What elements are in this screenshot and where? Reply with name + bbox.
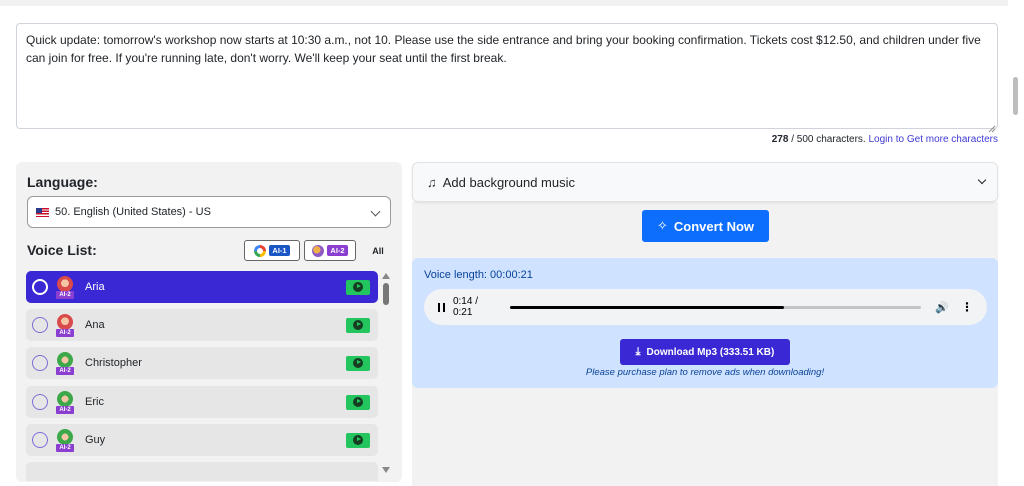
voice-settings-panel: Language: 50. English (United States) - … bbox=[16, 162, 402, 482]
voice-tag: AI-2 bbox=[56, 406, 74, 414]
tts-page: 278 / 500 characters. Login to Get more … bbox=[0, 0, 1024, 486]
download-label: Download Mp3 (333.51 KB) bbox=[646, 346, 775, 358]
play-preview-button[interactable] bbox=[346, 432, 370, 448]
male-avatar-icon: AI-2 bbox=[56, 429, 74, 452]
convert-now-label: Convert Now bbox=[673, 218, 755, 234]
top-border bbox=[0, 0, 1008, 6]
voice-name: Eric bbox=[85, 396, 104, 408]
login-link[interactable]: Login to Get more characters bbox=[868, 134, 998, 145]
voice-item-partial[interactable] bbox=[26, 462, 378, 481]
ai1-badge: AI-1 bbox=[269, 245, 290, 256]
language-selected-value: 50. English (United States) - US bbox=[55, 206, 211, 218]
pause-icon[interactable] bbox=[438, 302, 445, 312]
volume-icon[interactable]: 🔊 bbox=[935, 301, 949, 314]
male-avatar-icon: AI-2 bbox=[56, 391, 74, 414]
character-counter: 278 / 500 characters. Login to Get more … bbox=[772, 134, 998, 145]
voice-radio[interactable] bbox=[32, 432, 48, 448]
voice-tag: AI-2 bbox=[56, 367, 74, 375]
purchase-note: Please purchase plan to remove ads when … bbox=[585, 367, 825, 378]
voice-radio[interactable] bbox=[32, 317, 48, 333]
filter-ai1-button[interactable]: AI-1 bbox=[244, 240, 300, 261]
resize-handle-icon[interactable] bbox=[988, 120, 996, 133]
filter-all-button[interactable]: All bbox=[366, 240, 390, 261]
audio-progress-bar[interactable] bbox=[509, 305, 922, 309]
text-input[interactable] bbox=[16, 23, 998, 129]
language-select[interactable]: 50. English (United States) - US bbox=[27, 196, 391, 228]
page-scrollbar-thumb[interactable] bbox=[1013, 77, 1018, 115]
download-icon: ⤓ bbox=[635, 345, 641, 358]
character-count: 278 bbox=[771, 134, 789, 145]
voice-length: Voice length: 00:00:21 bbox=[424, 269, 533, 281]
google-icon bbox=[254, 244, 267, 257]
voice-tag: AI-2 bbox=[56, 444, 74, 452]
voice-radio[interactable] bbox=[32, 394, 48, 410]
chevron-down-icon bbox=[370, 206, 381, 217]
voice-list-label: Voice List: bbox=[27, 242, 97, 258]
voice-item-christopher[interactable]: AI-2 Christopher bbox=[26, 347, 378, 379]
play-preview-button[interactable] bbox=[346, 394, 370, 410]
voice-item-eric[interactable]: AI-2 Eric bbox=[26, 386, 378, 418]
download-mp3-button[interactable]: ⤓ Download Mp3 (333.51 KB) bbox=[620, 339, 790, 365]
more-vertical-icon[interactable]: ⋮ bbox=[961, 300, 973, 314]
play-preview-button[interactable] bbox=[346, 279, 370, 295]
character-limit: / 500 characters. bbox=[788, 134, 866, 145]
us-flag-icon bbox=[36, 207, 49, 217]
convert-now-button[interactable]: ✧ Convert Now bbox=[642, 210, 769, 242]
voice-name: Ana bbox=[85, 319, 105, 331]
female-avatar-icon: AI-2 bbox=[56, 276, 74, 299]
microsoft-icon bbox=[312, 244, 325, 257]
voice-item-ana[interactable]: AI-2 Ana bbox=[26, 309, 378, 341]
voice-name: Guy bbox=[85, 434, 106, 446]
result-box: Voice length: 00:00:21 0:14 / 0:21 🔊 ⋮ ⤓… bbox=[412, 258, 998, 388]
voice-list-scrollbar[interactable] bbox=[380, 273, 392, 473]
voice-tag: AI-2 bbox=[56, 329, 74, 337]
language-label: Language: bbox=[27, 174, 98, 190]
ai2-badge: AI-2 bbox=[327, 245, 348, 256]
audio-progress-fill bbox=[509, 305, 785, 309]
voice-radio[interactable] bbox=[32, 279, 48, 295]
male-avatar-icon: AI-2 bbox=[56, 352, 74, 375]
voice-name: Christopher bbox=[85, 357, 142, 369]
scroll-down-icon[interactable] bbox=[382, 467, 390, 473]
page-scrollbar[interactable] bbox=[1008, 0, 1024, 486]
play-preview-button[interactable] bbox=[346, 355, 370, 371]
filter-ai2-button[interactable]: AI-2 bbox=[304, 240, 356, 261]
chevron-down-icon bbox=[977, 175, 987, 185]
background-music-accordion[interactable]: ♫ Add background music bbox=[412, 162, 998, 202]
voice-name: Aria bbox=[85, 281, 105, 293]
voice-list: AI-2 Aria AI-2 Ana AI-2 Christopher AI-2… bbox=[26, 271, 378, 481]
voice-item-guy[interactable]: AI-2 Guy bbox=[26, 424, 378, 456]
voice-list-scrollbar-thumb[interactable] bbox=[383, 283, 389, 305]
voice-item-aria[interactable]: AI-2 Aria bbox=[26, 271, 378, 303]
female-avatar-icon: AI-2 bbox=[56, 314, 74, 337]
scroll-up-icon[interactable] bbox=[382, 273, 390, 279]
play-preview-button[interactable] bbox=[346, 317, 370, 333]
voice-radio[interactable] bbox=[32, 355, 48, 371]
audio-player[interactable]: 0:14 / 0:21 🔊 ⋮ bbox=[424, 289, 987, 325]
background-music-label: Add background music bbox=[442, 174, 575, 190]
sparkles-icon: ✧ bbox=[656, 218, 668, 233]
voice-tag: AI-2 bbox=[56, 291, 74, 299]
player-time: 0:14 / 0:21 bbox=[452, 296, 478, 318]
music-note-icon: ♫ bbox=[427, 174, 437, 190]
